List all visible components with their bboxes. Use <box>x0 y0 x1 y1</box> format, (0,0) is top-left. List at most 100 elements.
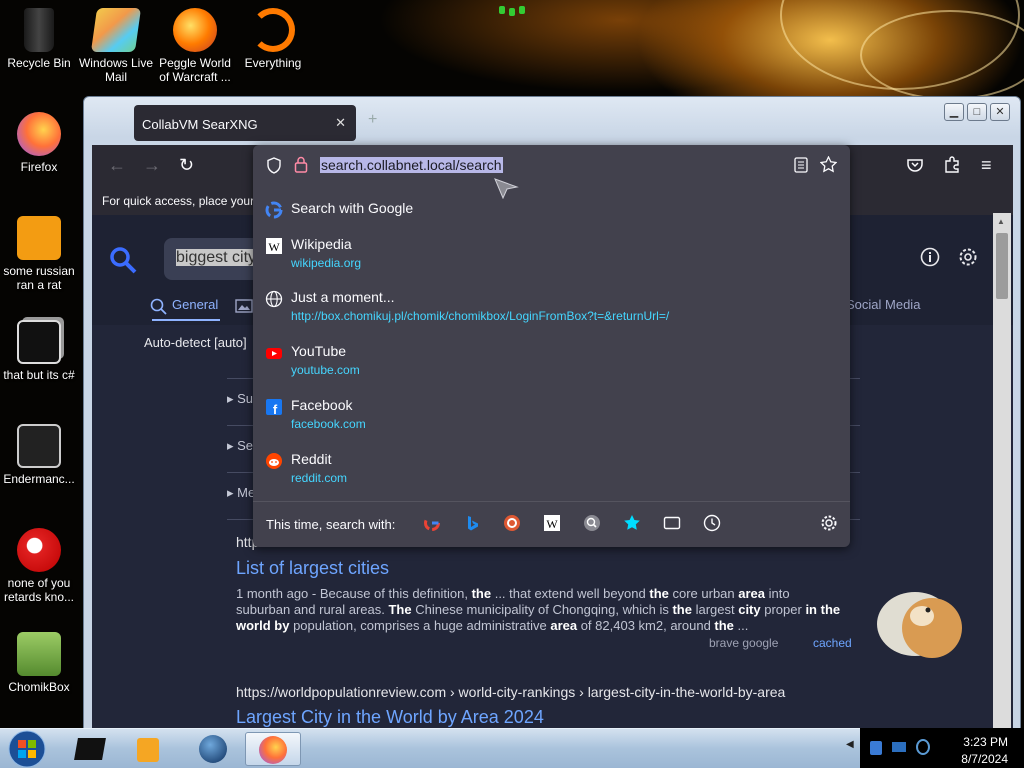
url-text[interactable]: search.collabnet.local/search <box>320 157 503 173</box>
google-icon[interactable] <box>423 514 441 532</box>
tray-display-icon[interactable] <box>892 742 906 752</box>
chomikbox-icon <box>17 632 61 676</box>
suggestion-title: Just a moment... <box>291 289 395 305</box>
snippet-line: 1 month ago - Because of this definition… <box>236 586 790 601</box>
desktop-icon-enderman[interactable]: Endermanc... <box>0 424 79 486</box>
file-icon <box>17 216 61 260</box>
reader-view-icon[interactable] <box>794 157 808 173</box>
show-hidden-icons-icon[interactable]: ◀ <box>846 739 854 750</box>
desktop-icon-csharp[interactable]: that but its c# <box>0 320 79 382</box>
searxng-logo-icon[interactable] <box>108 245 138 275</box>
app-menu-button[interactable]: ≡ <box>981 155 992 176</box>
terminal-icon <box>74 738 106 760</box>
insecure-lock-icon[interactable] <box>294 156 308 173</box>
desktop-icon-recycle-bin[interactable]: Recycle Bin <box>0 8 79 70</box>
general-search-icon <box>150 298 167 315</box>
suggestion-title: Search with Google <box>291 200 414 216</box>
close-tab-icon[interactable]: ✕ <box>335 115 346 131</box>
bing-icon[interactable] <box>463 514 481 532</box>
suggestion-facebook[interactable]: f Facebook facebook.com <box>253 394 850 446</box>
images-category-icon[interactable] <box>235 299 253 313</box>
desktop-icon-russian-rat[interactable]: some russian ran a rat <box>0 216 79 292</box>
suggestion-url: reddit.com <box>291 471 348 485</box>
filter-row-1[interactable]: ▸ Su <box>227 391 253 407</box>
wikipedia-icon: W <box>266 238 282 254</box>
window-stack-icon <box>17 320 61 364</box>
result-snippet: 1 month ago - Because of this definition… <box>236 586 846 634</box>
snippet-line: world by population, comprises a huge ad… <box>236 618 749 633</box>
desktop-icon-everything[interactable]: Everything <box>233 8 313 70</box>
forward-button[interactable]: → <box>143 155 161 176</box>
category-tab-general[interactable]: General <box>172 297 218 312</box>
tabs-icon[interactable] <box>663 514 681 532</box>
taskbar-app-firefox[interactable] <box>245 732 301 766</box>
desktop-icon-chomikbox[interactable]: ChomikBox <box>0 632 79 694</box>
taskbar-app-terminal[interactable] <box>62 732 118 766</box>
filter-label: Su <box>237 391 254 406</box>
mail-icon <box>90 8 142 52</box>
maximize-button[interactable]: □ <box>967 103 987 121</box>
bookmarks-star-icon[interactable] <box>623 514 641 532</box>
desktop-icon-none-of-you[interactable]: none of you retards kno... <box>0 528 79 604</box>
taskbar-clock[interactable]: 3:23 PM 8/7/2024 <box>961 734 1008 768</box>
desktop-icon-peggle[interactable]: Peggle World of Warcraft ... <box>155 8 235 84</box>
suggestion-reddit[interactable]: Reddit reddit.com <box>253 448 850 500</box>
minimize-button[interactable]: ▁ <box>944 103 964 121</box>
tray-network-icon[interactable] <box>870 741 882 755</box>
desktop-icon-label: Recycle Bin <box>7 56 71 70</box>
search-settings-gear-icon[interactable] <box>820 514 838 532</box>
desktop-icon-label: Endermanc... <box>3 472 75 486</box>
globe-icon <box>265 290 283 308</box>
result-title-link[interactable]: Largest City in the World by Area 2024 <box>236 707 544 728</box>
tab-collabvm-searxng[interactable]: CollabVM SearXNG ✕ <box>134 105 356 141</box>
url-input[interactable]: search.collabnet.local/search <box>253 145 850 199</box>
pocket-icon[interactable] <box>907 158 923 172</box>
filter-row-3[interactable]: ▸ Me <box>227 485 255 501</box>
search-engine-icon[interactable] <box>583 514 601 532</box>
desktop-icon-firefox[interactable]: Firefox <box>0 112 79 174</box>
reload-button[interactable]: ↻ <box>179 155 194 176</box>
duckduckgo-icon[interactable] <box>503 514 521 532</box>
new-tab-button[interactable]: + <box>368 111 377 129</box>
result-url[interactable]: https://worldpopulationreview.com › worl… <box>236 684 785 700</box>
clock-date: 8/7/2024 <box>961 752 1008 766</box>
language-autodetect[interactable]: Auto-detect [auto] <box>144 335 247 350</box>
page-scrollbar[interactable]: ▲ <box>993 213 1011 729</box>
suggestion-title: Wikipedia <box>291 236 352 252</box>
desktop-icon-label: that but its c# <box>3 368 75 382</box>
svg-text:f: f <box>273 402 278 416</box>
settings-gear-icon[interactable] <box>958 247 978 267</box>
svg-text:W: W <box>546 517 558 531</box>
cached-link[interactable]: cached <box>813 636 852 650</box>
tray-volume-icon[interactable] <box>916 739 930 755</box>
taskbar-app-globe[interactable] <box>185 732 241 766</box>
desktop-icon-label: Windows Live Mail <box>78 56 154 84</box>
info-icon[interactable] <box>920 247 940 267</box>
suggestion-youtube[interactable]: YouTube youtube.com <box>253 340 850 392</box>
category-tab-social-media[interactable]: Social Media <box>846 297 920 312</box>
firefox-icon <box>259 736 287 764</box>
extensions-icon[interactable] <box>944 156 960 173</box>
suggestion-just-a-moment[interactable]: Just a moment... http://box.chomikuj.pl/… <box>253 286 850 338</box>
scroll-up-arrow-icon[interactable]: ▲ <box>997 217 1005 226</box>
history-icon[interactable] <box>703 514 721 532</box>
suggestion-url: wikipedia.org <box>291 256 362 270</box>
recycle-bin-icon <box>24 8 54 52</box>
scrollbar-thumb[interactable] <box>996 233 1008 299</box>
suggestion-wikipedia[interactable]: W Wikipedia wikipedia.org <box>253 233 850 285</box>
bookmark-star-icon[interactable] <box>820 156 837 173</box>
result-title-link[interactable]: List of largest cities <box>236 558 389 579</box>
filter-row-2[interactable]: ▸ Se <box>227 438 253 454</box>
facebook-icon: f <box>266 399 282 416</box>
desktop-icon-windows-live-mail[interactable]: Windows Live Mail <box>76 8 156 84</box>
taskbar-app-media-player[interactable] <box>120 732 176 766</box>
shield-icon[interactable] <box>266 157 282 174</box>
bookmarks-hint: For quick access, place your <box>102 194 255 208</box>
peggle-icon <box>173 8 217 52</box>
close-window-button[interactable]: ✕ <box>990 103 1010 121</box>
back-button[interactable]: ← <box>108 155 126 176</box>
desktop-icon-label: ChomikBox <box>8 680 70 694</box>
wikipedia-icon[interactable]: W <box>543 514 561 532</box>
start-button-windows-icon[interactable] <box>6 730 48 768</box>
google-icon <box>265 201 283 219</box>
